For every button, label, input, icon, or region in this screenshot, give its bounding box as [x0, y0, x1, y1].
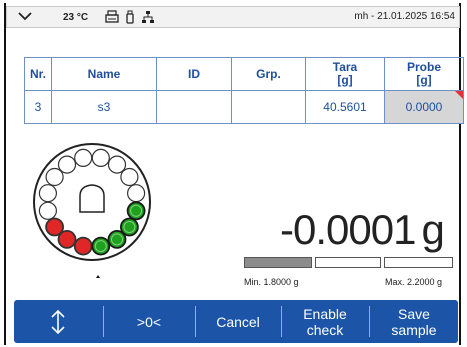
cancel-button[interactable]: Cancel: [196, 300, 280, 343]
cell-nr: 3: [24, 90, 52, 124]
sample-position: [38, 184, 57, 203]
usb-icon: [125, 10, 135, 29]
cell-id: [156, 90, 232, 124]
up-down-arrow-icon: [51, 309, 65, 334]
col-header-nr: Nr.: [24, 57, 52, 91]
weight-unit: g: [421, 206, 444, 253]
weight-value: -0.0001: [280, 206, 416, 253]
cell-name: s3: [51, 90, 157, 124]
edit-marker-icon: [455, 91, 463, 99]
network-icon: [141, 10, 155, 29]
status-bar: 23 °C mh - 21.01.2025 16:54: [6, 6, 460, 28]
sample-position: [126, 184, 146, 203]
cell-tara: 40.5601: [305, 90, 385, 124]
sample-position: [45, 167, 64, 187]
chevron-down-icon[interactable]: [17, 9, 33, 26]
sample-position: [45, 217, 65, 237]
cell-probe[interactable]: 0.0000: [384, 90, 464, 124]
tolerance-bar-range: [315, 257, 381, 268]
action-bar: >0< Cancel Enable check Save sample: [14, 300, 458, 343]
up-arrow-icon: [96, 275, 100, 278]
enable-check-button[interactable]: Enable check: [282, 300, 368, 343]
sample-position: [74, 148, 93, 167]
tolerance-bar-below: [244, 257, 312, 268]
col-header-probe: Probe [g]: [384, 57, 464, 91]
dial-center-slot: [79, 184, 105, 213]
save-sample-button[interactable]: Save sample: [370, 300, 458, 343]
col-header-grp: Grp.: [231, 57, 306, 91]
col-header-id: ID: [156, 57, 232, 91]
sample-position: [57, 155, 77, 174]
tolerance-max: Max. 2.2000 g: [385, 277, 443, 287]
zero-button[interactable]: >0<: [104, 300, 194, 343]
cell-grp: [231, 90, 306, 124]
table-row[interactable]: 3 s3 40.5601 0.0000: [24, 90, 464, 124]
sample-position: [107, 155, 127, 174]
tolerance-min: Min. 1.8000 g: [244, 277, 299, 287]
sample-position: [91, 148, 110, 167]
weight-display: -0.0001 g: [280, 206, 445, 254]
table-header-row: Nr. Name ID Grp. Tara [g] Probe [g]: [24, 57, 464, 91]
temperature-readout: 23 °C: [63, 12, 89, 23]
tolerance-bar-above: [384, 257, 453, 268]
sample-position: [38, 201, 57, 220]
col-header-tara: Tara [g]: [305, 57, 385, 91]
printer-icon: [105, 10, 119, 29]
user-datetime: mh - 21.01.2025 16:54: [354, 11, 455, 22]
sample-table: Nr. Name ID Grp. Tara [g] Probe [g] 3 s3…: [24, 57, 464, 124]
sample-position: [73, 236, 93, 256]
sample-changer-dial: [33, 143, 151, 278]
col-header-name: Name: [51, 57, 157, 91]
sample-position: [120, 167, 139, 187]
sort-button[interactable]: [14, 300, 102, 343]
